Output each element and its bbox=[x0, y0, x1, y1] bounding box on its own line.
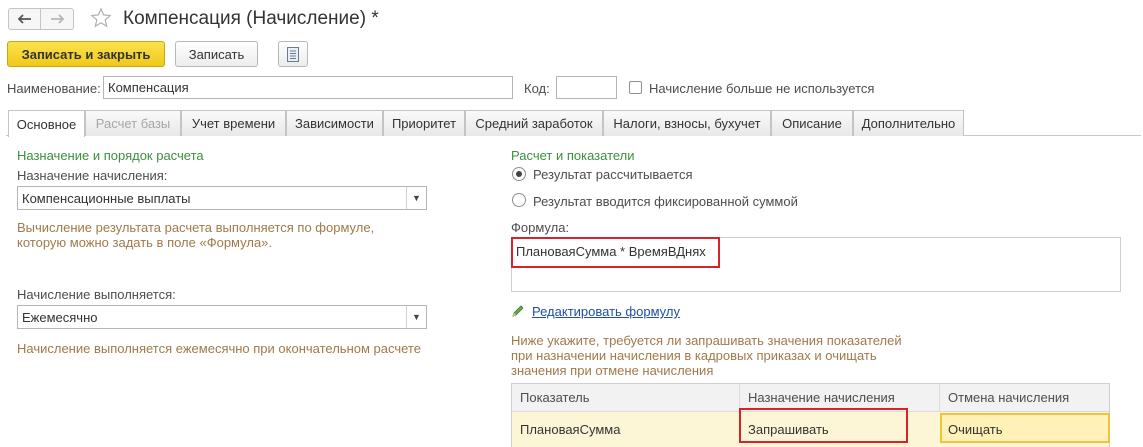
tab-base-calculation[interactable]: Расчет базы bbox=[85, 110, 181, 136]
edit-formula-pencil[interactable] bbox=[511, 304, 525, 318]
indicators-hint-line3: значения при отмене начисления bbox=[511, 363, 714, 378]
indicators-hint-line2: при назначении начисления в кадровых при… bbox=[511, 348, 877, 363]
tab-additional[interactable]: Дополнительно bbox=[853, 110, 964, 136]
column-header-cancellation[interactable]: Отмена начисления bbox=[940, 384, 1109, 412]
report-button[interactable] bbox=[278, 41, 308, 67]
not-used-checkbox[interactable] bbox=[629, 81, 642, 94]
formula-value: ПлановаяСумма * ВремяВДнях bbox=[516, 244, 706, 259]
code-input[interactable] bbox=[556, 76, 617, 99]
radio-calculated[interactable] bbox=[512, 167, 526, 181]
purpose-hint-line1: Вычисление результата расчета выполняетс… bbox=[17, 220, 375, 235]
tab-main[interactable]: Основное bbox=[8, 110, 85, 137]
back-button[interactable] bbox=[8, 8, 41, 30]
forward-button[interactable] bbox=[41, 8, 74, 30]
performed-label: Начисление выполняется: bbox=[17, 287, 176, 302]
tab-average-earnings[interactable]: Средний заработок bbox=[465, 110, 603, 136]
performed-select[interactable]: Ежемесячно ▼ bbox=[17, 305, 427, 329]
save-and-close-button[interactable]: Записать и закрыть bbox=[7, 41, 165, 67]
tab-dependencies[interactable]: Зависимости bbox=[286, 110, 383, 136]
performed-select-value: Ежемесячно bbox=[22, 309, 98, 325]
radio-fixed-label: Результат вводится фиксированной суммой bbox=[533, 194, 798, 209]
purpose-hint-line2: которую можно задать в поле «Формула». bbox=[17, 235, 273, 250]
name-input[interactable]: Компенсация bbox=[103, 76, 513, 99]
indicators-hint-line1: Ниже укажите, требуется ли запрашивать з… bbox=[511, 333, 902, 348]
purpose-select-value: Компенсационные выплаты bbox=[22, 190, 191, 206]
purpose-select[interactable]: Компенсационные выплаты ▼ bbox=[17, 186, 427, 210]
not-used-label: Начисление больше не используется bbox=[649, 81, 875, 96]
purpose-section-title: Назначение и порядок расчета bbox=[17, 148, 204, 163]
tab-taxes[interactable]: Налоги, взносы, бухучет bbox=[603, 110, 771, 136]
save-button[interactable]: Записать bbox=[175, 41, 258, 67]
indicators-section-title: Расчет и показатели bbox=[511, 148, 635, 163]
window-title: Компенсация (Начисление) * bbox=[123, 8, 379, 29]
performed-hint: Начисление выполняется ежемесячно при ок… bbox=[17, 341, 421, 356]
dropdown-arrow-icon[interactable]: ▼ bbox=[406, 187, 426, 209]
name-label: Наименование: bbox=[7, 81, 101, 96]
favorite-button[interactable] bbox=[90, 7, 114, 31]
arrow-right-icon bbox=[51, 14, 64, 24]
purpose-label: Назначение начисления: bbox=[17, 168, 168, 183]
star-icon bbox=[90, 7, 112, 28]
column-header-indicator[interactable]: Показатель bbox=[512, 384, 740, 412]
tab-time-accounting[interactable]: Учет времени bbox=[181, 110, 286, 136]
radio-calculated-label: Результат рассчитывается bbox=[533, 167, 693, 182]
document-list-icon bbox=[287, 46, 299, 62]
code-label: Код: bbox=[524, 81, 550, 96]
tab-description[interactable]: Описание bbox=[771, 110, 853, 136]
tab-priority[interactable]: Приоритет bbox=[383, 110, 465, 136]
table-cell-indicator[interactable]: ПлановаяСумма bbox=[512, 414, 740, 444]
radio-fixed[interactable] bbox=[512, 193, 526, 207]
edit-formula-link[interactable]: Редактировать формулу bbox=[532, 304, 680, 319]
arrow-left-icon bbox=[17, 14, 31, 24]
dropdown-arrow-icon[interactable]: ▼ bbox=[406, 306, 426, 328]
formula-label: Формула: bbox=[511, 220, 570, 235]
assignment-highlight bbox=[739, 408, 908, 443]
pencil-icon bbox=[512, 305, 524, 317]
table-cell-cancellation[interactable]: Очищать bbox=[940, 414, 1109, 444]
